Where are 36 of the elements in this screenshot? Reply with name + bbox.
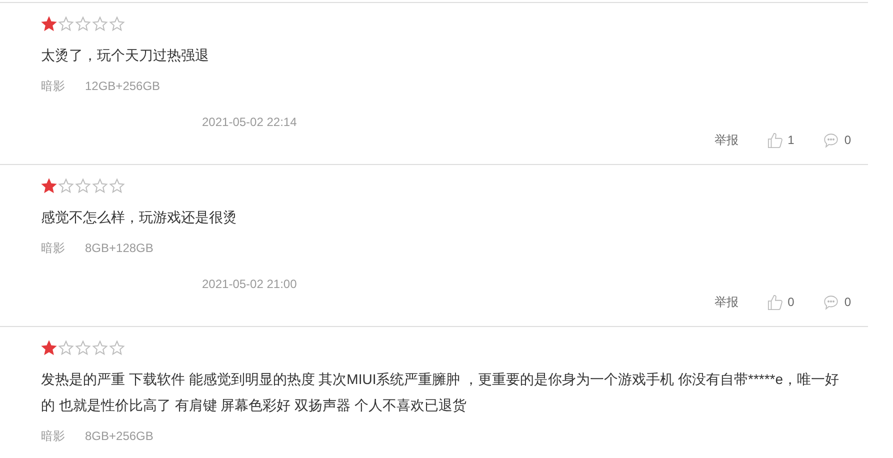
comment-count: 0 xyxy=(844,294,851,311)
review-text: 太烫了，玩个天刀过热强退 xyxy=(41,46,210,65)
color-variant: 暗影 xyxy=(41,240,65,257)
comment-count: 0 xyxy=(844,132,851,149)
review-text: 感觉不怎么样，玩游戏还是很烫 xyxy=(41,208,238,227)
star-icon xyxy=(41,340,57,356)
color-variant: 暗影 xyxy=(41,78,65,95)
color-variant: 暗影 xyxy=(41,428,65,445)
star-icon xyxy=(58,340,74,356)
review-text: 发热是的严重 下载软件 能感觉到明显的热度 其次MIUI系统严重臃肿 ，更重要的是你身为一个游戏手机 你没有自带*****e，唯一好的 也就是性价比高了 有肩键 屏幕色彩好 双扬声器 个人不喜欢已退货 xyxy=(41,370,840,415)
comment-icon[interactable] xyxy=(822,294,840,310)
star-icon xyxy=(92,178,108,194)
star-icon xyxy=(75,178,91,194)
comment-icon[interactable] xyxy=(822,132,840,148)
storage-variant: 12GB+256GB xyxy=(85,78,160,95)
storage-variant: 8GB+128GB xyxy=(85,240,154,257)
star-icon xyxy=(109,340,125,356)
star-icon xyxy=(92,340,108,356)
like-count: 0 xyxy=(788,294,794,311)
star-icon xyxy=(58,16,74,32)
star-icon xyxy=(92,16,108,32)
like-count: 1 xyxy=(788,132,794,149)
star-icon xyxy=(109,178,125,194)
report-link[interactable]: 举报 xyxy=(714,292,739,312)
star-icon xyxy=(41,16,57,32)
review-date: 2021-05-02 21:00 xyxy=(202,276,297,293)
star-icon xyxy=(41,178,57,194)
star-icon xyxy=(109,16,125,32)
star-icon xyxy=(75,16,91,32)
report-link[interactable]: 举报 xyxy=(714,130,739,150)
review-date: 2021-05-02 22:14 xyxy=(202,114,297,131)
thumbs-up-icon[interactable] xyxy=(766,132,784,148)
thumbs-up-icon[interactable] xyxy=(766,294,784,310)
star-icon xyxy=(75,340,91,356)
storage-variant: 8GB+256GB xyxy=(85,428,154,445)
star-icon xyxy=(58,178,74,194)
